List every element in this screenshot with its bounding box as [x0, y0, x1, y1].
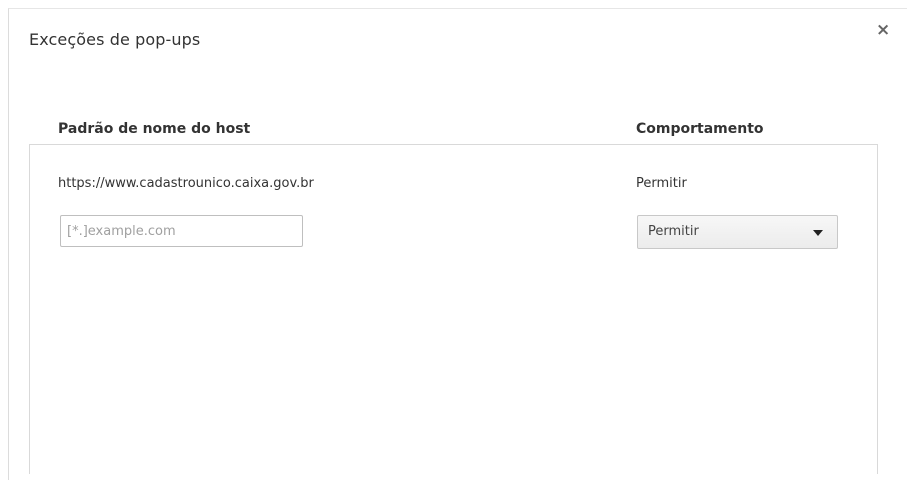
close-icon[interactable]: ×	[876, 22, 890, 39]
column-header-host: Padrão de nome do host	[58, 121, 251, 137]
behavior-select-value: Permitir	[648, 224, 699, 239]
dialog-title: Exceções de pop-ups	[29, 30, 201, 49]
exceptions-list	[29, 144, 878, 474]
exception-row-host[interactable]: https://www.cadastrounico.caixa.gov.br	[58, 176, 314, 191]
chevron-down-icon	[813, 230, 823, 236]
column-header-behavior: Comportamento	[636, 121, 764, 137]
host-pattern-input[interactable]	[60, 215, 303, 247]
exception-row-behavior[interactable]: Permitir	[636, 176, 687, 191]
behavior-select[interactable]: Permitir	[637, 215, 838, 249]
